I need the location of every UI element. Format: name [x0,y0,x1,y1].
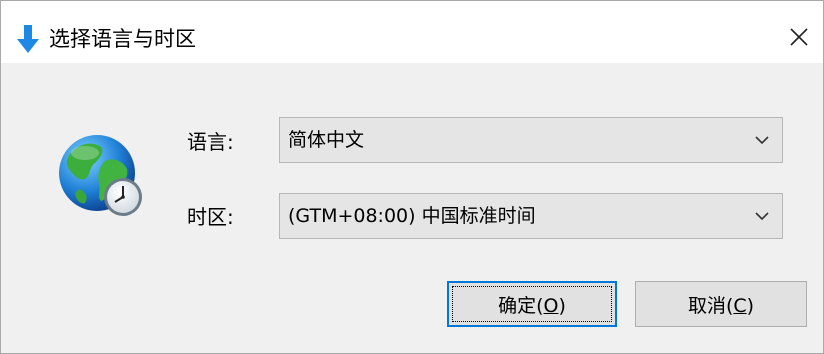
close-icon [790,28,808,46]
ok-button[interactable]: 确定(O) [447,281,617,327]
chevron-down-icon [755,212,769,221]
language-label: 语言: [187,130,234,154]
cancel-button[interactable]: 取消(C) [635,281,807,327]
download-arrow-icon [17,25,39,53]
globe-clock-icon [59,135,142,216]
timezone-label: 时区: [187,205,234,229]
language-value: 简体中文 [288,129,365,151]
focus-rectangle [452,286,612,322]
timezone-select[interactable]: (GTM+08:00) 中国标准时间 [279,193,783,239]
language-select[interactable]: 简体中文 [279,117,783,163]
title-bar[interactable]: 选择语言与时区 [1,1,823,63]
chevron-down-icon [755,136,769,145]
window-title: 选择语言与时区 [49,27,196,51]
timezone-value: (GTM+08:00) 中国标准时间 [288,205,536,227]
close-button[interactable] [779,19,819,55]
dialog-window: 选择语言与时区 语言: 简体中文 时区: (GTM+08:00) 中国标准时间 … [0,0,824,354]
cancel-button-label: 取消(C) [687,294,755,317]
